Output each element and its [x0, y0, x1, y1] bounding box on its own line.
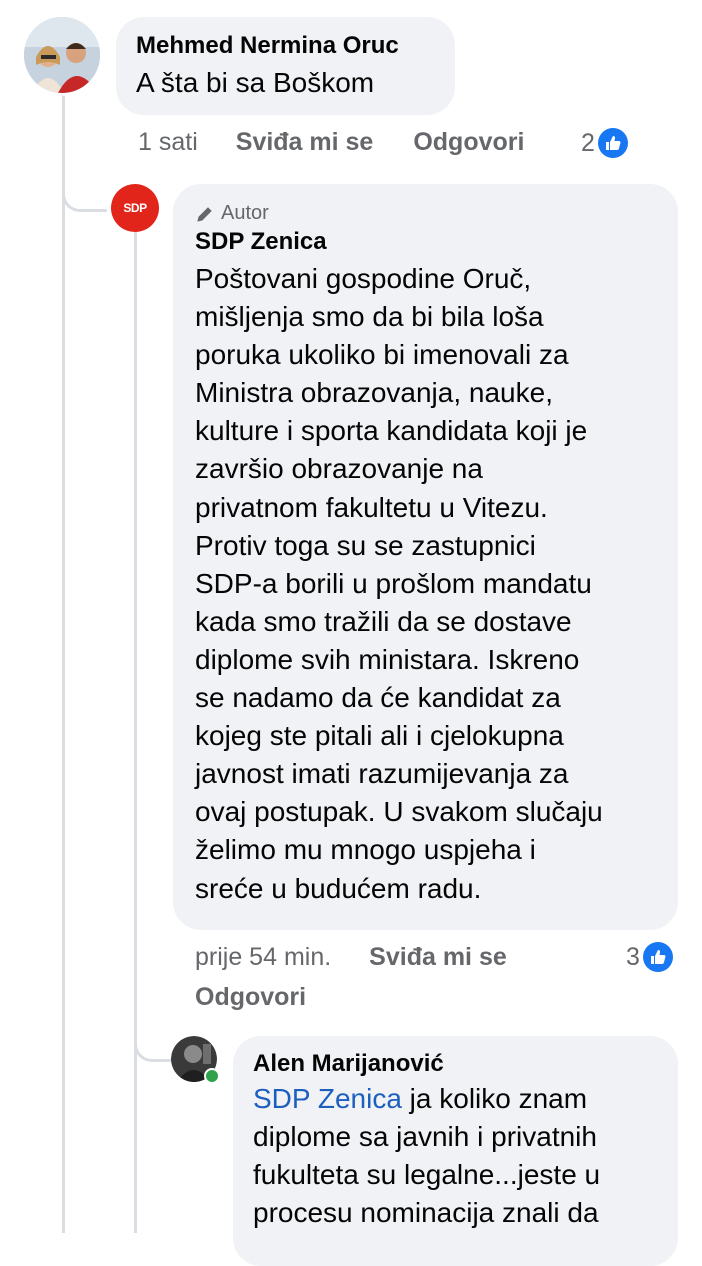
avatar[interactable] — [24, 17, 100, 93]
text-line: fukulteta su legalne...jeste u — [253, 1159, 601, 1191]
text-line: kulture i sporta kandidata koji je — [195, 415, 588, 447]
text-line: SDP Zenica ja koliko znam — [253, 1080, 658, 1118]
text-line: Poštovani gospodine Oruč, — [195, 263, 532, 294]
online-dot — [204, 1068, 220, 1084]
text-line: Protiv toga su se zastupnici — [195, 529, 536, 561]
comment-author[interactable]: Mehmed Nermina Oruc — [136, 32, 435, 60]
sdp-avatar[interactable]: SDP — [111, 184, 159, 232]
comment-bubble: Mehmed Nermina Oruc A šta bi sa Boškom — [116, 17, 455, 115]
reply-author[interactable]: SDP Zenica — [195, 228, 656, 256]
text-line: sreće u budućem radu. — [195, 872, 482, 904]
comment-time[interactable]: 1 sati — [138, 128, 198, 157]
reaction-count[interactable]: 3 — [626, 942, 673, 972]
sdp-logo-text: SDP — [123, 201, 147, 215]
mention-link[interactable]: SDP Zenica — [253, 1083, 402, 1114]
comment-actions: 1 sati Sviđa mi se Odgovori — [138, 128, 524, 157]
text-line: diplome sa javnih i privatnih — [253, 1121, 597, 1153]
author-badge: Autor — [195, 202, 656, 225]
reply-button[interactable]: Odgovori — [413, 128, 524, 157]
text-line: SDP-a borili u prošlom mandatu — [195, 567, 592, 599]
like-button[interactable]: Sviđa mi se — [369, 943, 507, 972]
reply-time[interactable]: prije 54 min. — [195, 943, 331, 972]
like-button[interactable]: Sviđa mi se — [236, 128, 374, 157]
like-icon — [597, 128, 628, 158]
reaction-number: 2 — [581, 128, 595, 157]
text-fragment: ja koliko znam — [401, 1083, 588, 1114]
text-line: kada smo tražili da se dostave — [195, 605, 572, 637]
text-line: želimo mu mnogo uspjeha i — [195, 834, 536, 866]
thread-line-reply1 — [134, 232, 137, 1233]
thread-connector-reply1 — [62, 182, 107, 212]
text-line: završio obrazovanje na — [195, 453, 483, 485]
thread-line-main — [62, 96, 65, 1233]
reply-button[interactable]: Odgovori — [195, 983, 306, 1012]
text-line: ovaj postupak. U svakom slučaju — [195, 796, 603, 828]
text-line: privatnom fakultetu u Vitezu. — [195, 491, 548, 523]
text-line: kojeg ste pitali ali i cjelokupna — [195, 720, 564, 752]
reaction-count[interactable]: 2 — [581, 128, 628, 158]
reply-text: Poštovani gospodine Oruč, mišljenja smo … — [195, 260, 656, 908]
text-line: procesu nominacija znali da — [253, 1197, 599, 1229]
reply-bubble: Alen Marijanović SDP Zenica ja koliko zn… — [233, 1036, 678, 1266]
alen-avatar[interactable] — [171, 1036, 220, 1084]
author-badge-label: Autor — [221, 202, 269, 224]
like-icon — [642, 942, 673, 972]
text-line: poruka ukoliko bi imenovali za — [195, 339, 569, 371]
reply-bubble: Autor SDP Zenica Poštovani gospodine Oru… — [173, 184, 678, 930]
reply-text: SDP Zenica ja koliko znam diplome sa jav… — [253, 1080, 658, 1232]
text-line: se nadamo da će kandidat za — [195, 682, 561, 714]
reply-actions: prije 54 min. Sviđa mi se — [195, 943, 507, 972]
text-line: javnost imati razumijevanja za — [195, 758, 569, 790]
text-line: mišljenja smo da bi bila loša — [195, 301, 544, 333]
text-line: diplome svih ministara. Iskreno — [195, 643, 580, 675]
reply-actions-row2: Odgovori — [195, 983, 306, 1012]
reaction-number: 3 — [626, 942, 640, 971]
thread-connector-reply2 — [134, 1030, 172, 1062]
reply-author[interactable]: Alen Marijanović — [253, 1050, 658, 1078]
comment-text: A šta bi sa Boškom — [136, 67, 375, 98]
pencil-icon — [197, 206, 212, 222]
text-line: Ministra obrazovanja, nauke, — [195, 377, 553, 409]
